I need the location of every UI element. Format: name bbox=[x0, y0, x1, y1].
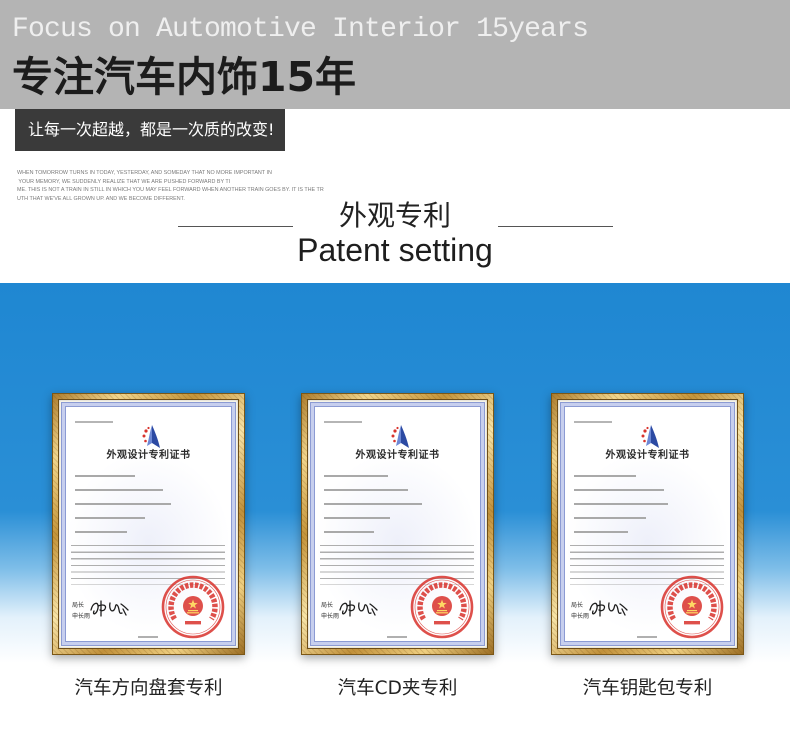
signer-title: 局长 bbox=[321, 602, 334, 609]
handwritten-signature bbox=[587, 597, 629, 619]
certificate-caption: 汽车钥匙包专利 bbox=[582, 678, 713, 699]
certificate-field-line bbox=[574, 516, 646, 519]
certificate-field-line bbox=[75, 516, 145, 519]
certificate-number-line bbox=[574, 421, 612, 423]
certificate-fields bbox=[324, 475, 474, 545]
certificate-field-line bbox=[75, 475, 135, 477]
patent-office-logo bbox=[140, 423, 162, 450]
handwritten-signature bbox=[88, 597, 130, 619]
section-title-english: Patent setting bbox=[297, 232, 493, 268]
patent-certificate: 外观设计专利证书 局长 申长雨 bbox=[62, 403, 235, 645]
certificate-field-line bbox=[324, 488, 408, 491]
certificate-number-line bbox=[324, 421, 362, 423]
page-number-line bbox=[387, 636, 407, 638]
tagline-english: Focus on Automotive Interior 15years bbox=[12, 14, 589, 45]
handwritten-signature bbox=[337, 597, 379, 619]
certificate-field-line bbox=[574, 488, 664, 491]
slogan-box: 让每一次超越，都是一次质的改变! bbox=[15, 109, 285, 151]
intro-line: YOUR MEMORY, WE SUDDENLY REALIZE THAT WE… bbox=[17, 178, 231, 185]
intro-paragraph: WHEN TOMORROW TURNS IN TODAY, YESTERDAY,… bbox=[17, 169, 324, 203]
signer-title: 局长 bbox=[72, 602, 85, 609]
tagline-chinese: 专注汽车内饰15年 bbox=[12, 53, 357, 101]
certificate-frame: 外观设计专利证书 局长 申长雨 bbox=[301, 393, 494, 655]
intro-line: WHEN TOMORROW TURNS IN TODAY, YESTERDAY,… bbox=[17, 170, 272, 176]
page-number-line bbox=[138, 636, 158, 638]
official-seal bbox=[410, 575, 474, 639]
section-divider-right bbox=[498, 226, 613, 227]
certificate-caption: 汽车方向盘套专利 bbox=[74, 678, 223, 699]
certificate-field-line bbox=[75, 502, 171, 505]
intro-line: ME. THIS IS NOT A TRAIN IN STILL IN WHIC… bbox=[17, 187, 324, 194]
patent-office-logo bbox=[639, 423, 661, 450]
certificate-field-line bbox=[324, 516, 390, 519]
patent-certificate: 外观设计专利证书 局长 申长雨 bbox=[561, 403, 734, 645]
certificate-number-line bbox=[75, 421, 113, 423]
section-title-chinese: 外观专利 bbox=[338, 199, 451, 232]
signer-title: 局长 bbox=[571, 602, 584, 609]
certificate-field-line bbox=[574, 475, 636, 477]
official-seal bbox=[161, 575, 225, 639]
certificate-title: 外观设计专利证书 bbox=[605, 450, 690, 461]
frame-mat: 外观设计专利证书 局长 申长雨 bbox=[308, 400, 487, 648]
certificate-field-line bbox=[75, 488, 163, 491]
patent-office-logo bbox=[389, 423, 411, 450]
official-seal bbox=[660, 575, 724, 639]
certificate-fields bbox=[75, 475, 225, 545]
certificate-caption: 汽车CD夹专利 bbox=[337, 678, 458, 699]
patent-certificate: 外观设计专利证书 局长 申长雨 bbox=[311, 403, 484, 645]
certificate-title: 外观设计专利证书 bbox=[106, 450, 191, 461]
certificate-field-line bbox=[574, 502, 668, 505]
certificate-frame: 外观设计专利证书 局长 申长雨 bbox=[52, 393, 245, 655]
certificate-field-line bbox=[75, 530, 127, 533]
certificate-field-line bbox=[324, 502, 422, 505]
frame-mat: 外观设计专利证书 局长 申长雨 bbox=[558, 400, 737, 648]
certificate-field-line bbox=[324, 530, 374, 533]
frame-mat: 外观设计专利证书 局长 申长雨 bbox=[59, 400, 238, 648]
page-number-line bbox=[637, 636, 657, 638]
certificate-fields bbox=[574, 475, 724, 545]
certificate-field-line bbox=[324, 475, 388, 477]
certificate-frame: 外观设计专利证书 局长 申长雨 bbox=[551, 393, 744, 655]
certificate-title: 外观设计专利证书 bbox=[355, 450, 440, 461]
certificate-field-line bbox=[574, 530, 628, 533]
